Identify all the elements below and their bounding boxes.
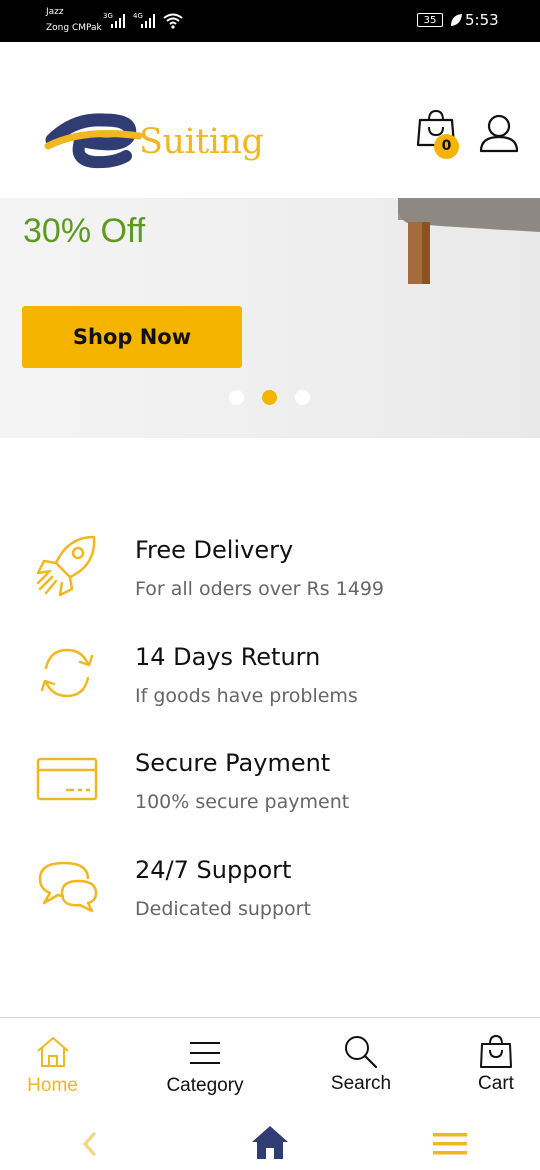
feature-subtitle: For all oders over Rs 1499 [135, 578, 384, 600]
feature-subtitle: If goods have problems [135, 685, 358, 707]
feature-title: 14 Days Return [135, 643, 321, 671]
leaf-icon [451, 14, 462, 26]
feature-subtitle: 100% secure payment [135, 791, 350, 813]
clock: 5:53 [465, 11, 499, 29]
feature-subtitle: Dedicated support [135, 898, 311, 920]
nav-cart[interactable]: Cart [455, 1018, 537, 1113]
menu-icon [190, 1042, 220, 1064]
feature-title: 24/7 Support [135, 856, 292, 884]
carrier-name-2: Zong CMPak [46, 23, 102, 33]
nav-category[interactable]: Category [140, 1018, 270, 1113]
signal-icon-1 [111, 14, 125, 28]
search-icon [345, 1036, 378, 1069]
chat-icon [38, 861, 98, 913]
hamburger-icon[interactable] [432, 1130, 468, 1158]
carousel-dot-1[interactable] [229, 390, 244, 405]
feature-title: Secure Payment [135, 749, 331, 777]
status-bar: Jazz Zong CMPak 3G 4G 35 5:53 [0, 0, 540, 42]
home-icon [36, 1037, 69, 1067]
refresh-icon [40, 648, 94, 698]
sofa-image [398, 198, 540, 284]
carrier-name-1: Jazz [46, 7, 64, 17]
bag-icon [480, 1034, 512, 1068]
wifi-icon [163, 13, 183, 29]
nav-label-search: Search [330, 1073, 392, 1094]
offer-text: 30% Off [23, 212, 146, 250]
nav-label-category: Category [166, 1075, 244, 1096]
shop-now-button[interactable]: Shop Now [22, 306, 242, 368]
nav-label-home: Home [27, 1075, 78, 1096]
system-navigation-bar [0, 1112, 540, 1170]
nav-home[interactable]: Home [0, 1018, 105, 1113]
credit-card-icon [36, 757, 98, 801]
nav-label-cart: Cart [478, 1073, 514, 1094]
carousel-dot-2[interactable] [262, 390, 277, 405]
rocket-icon [36, 535, 96, 597]
bottom-navigation: Home Category Search Cart [0, 1017, 540, 1113]
nav-search[interactable]: Search [305, 1018, 417, 1113]
chevron-left-icon[interactable] [80, 1130, 100, 1158]
home-filled-icon[interactable] [251, 1124, 289, 1160]
feature-title: Free Delivery [135, 536, 294, 564]
promo-banner[interactable]: 30% Off Shop Now [0, 198, 540, 438]
cart-count-badge: 0 [434, 134, 459, 159]
user-icon[interactable] [478, 113, 520, 155]
battery-indicator: 35 [417, 13, 443, 27]
carousel-dot-3[interactable] [295, 390, 310, 405]
logo-text: Suiting [139, 122, 264, 162]
signal-icon-2 [141, 14, 155, 28]
